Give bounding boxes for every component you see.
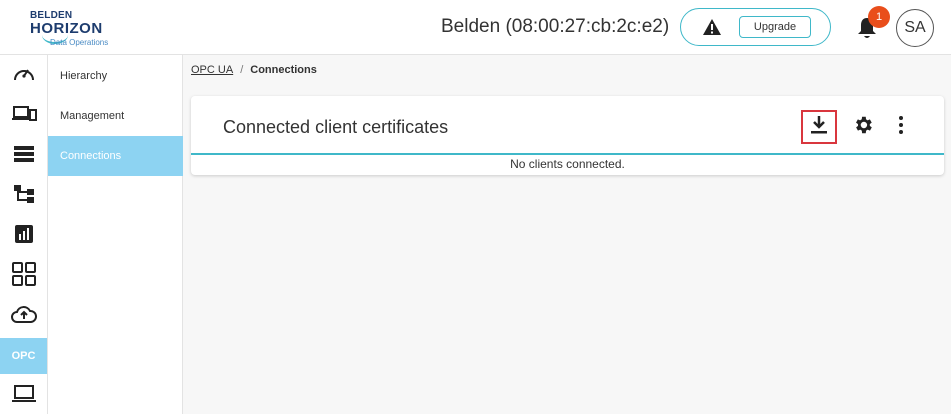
empty-state-message: No clients connected.: [510, 157, 625, 171]
upgrade-banner: Upgrade: [680, 8, 831, 46]
download-button[interactable]: [801, 110, 837, 144]
list-icon: [13, 145, 35, 168]
rail-item-analytics[interactable]: [0, 218, 47, 254]
icon-rail: OPC: [0, 55, 48, 414]
breadcrumb-separator: /: [240, 64, 244, 76]
notification-count-badge: 1: [868, 6, 890, 28]
card-toolbar: [801, 110, 921, 146]
rail-item-cloud[interactable]: [0, 298, 47, 334]
card-divider: [191, 153, 944, 155]
warning-icon: [702, 18, 722, 36]
devices-icon: [11, 104, 37, 129]
belden-horizon-logo[interactable]: BELDEN HORIZON Data Operations: [28, 8, 118, 48]
settings-button[interactable]: [845, 110, 881, 144]
subnav-item-hierarchy[interactable]: Hierarchy: [48, 56, 183, 96]
hierarchy-icon: [13, 184, 35, 209]
rail-item-list[interactable]: [0, 138, 47, 174]
rail-item-opc-label: OPC: [11, 350, 36, 362]
rail-item-opc[interactable]: OPC: [0, 338, 47, 374]
apps-grid-icon: [11, 261, 36, 291]
rail-item-dashboard[interactable]: [0, 58, 47, 94]
breadcrumb-link-opc-ua[interactable]: OPC UA: [191, 64, 233, 76]
upgrade-button[interactable]: Upgrade: [739, 16, 811, 38]
more-options-button[interactable]: [883, 110, 919, 144]
rail-item-hierarchy[interactable]: [0, 178, 47, 214]
rail-item-laptop[interactable]: [0, 378, 47, 414]
client-certificates-card: Connected client certificates No clients…: [191, 96, 944, 175]
subnav-item-connections[interactable]: Connections: [48, 136, 183, 176]
cloud-upload-icon: [10, 304, 37, 329]
breadcrumb-current: Connections: [250, 64, 317, 76]
opc-subnav: Hierarchy Management Connections: [48, 55, 183, 414]
rail-item-apps[interactable]: [0, 258, 47, 294]
device-title: Belden (08:00:27:cb:2c:e2): [441, 16, 670, 37]
download-icon: [810, 115, 828, 140]
user-avatar[interactable]: SA: [896, 9, 934, 47]
laptop-icon: [11, 384, 37, 409]
subnav-item-management[interactable]: Management: [48, 96, 183, 136]
breadcrumb: OPC UA / Connections: [191, 64, 317, 76]
app-header: BELDEN HORIZON Data Operations Belden (0…: [0, 0, 951, 55]
analytics-icon: [14, 224, 34, 249]
card-title: Connected client certificates: [223, 117, 449, 137]
rail-item-devices[interactable]: [0, 98, 47, 134]
dashboard-gauge-icon: [12, 63, 36, 90]
logo-tagline: Data Operations: [50, 38, 109, 47]
gear-icon: [852, 114, 874, 141]
more-vertical-icon: [898, 115, 904, 140]
